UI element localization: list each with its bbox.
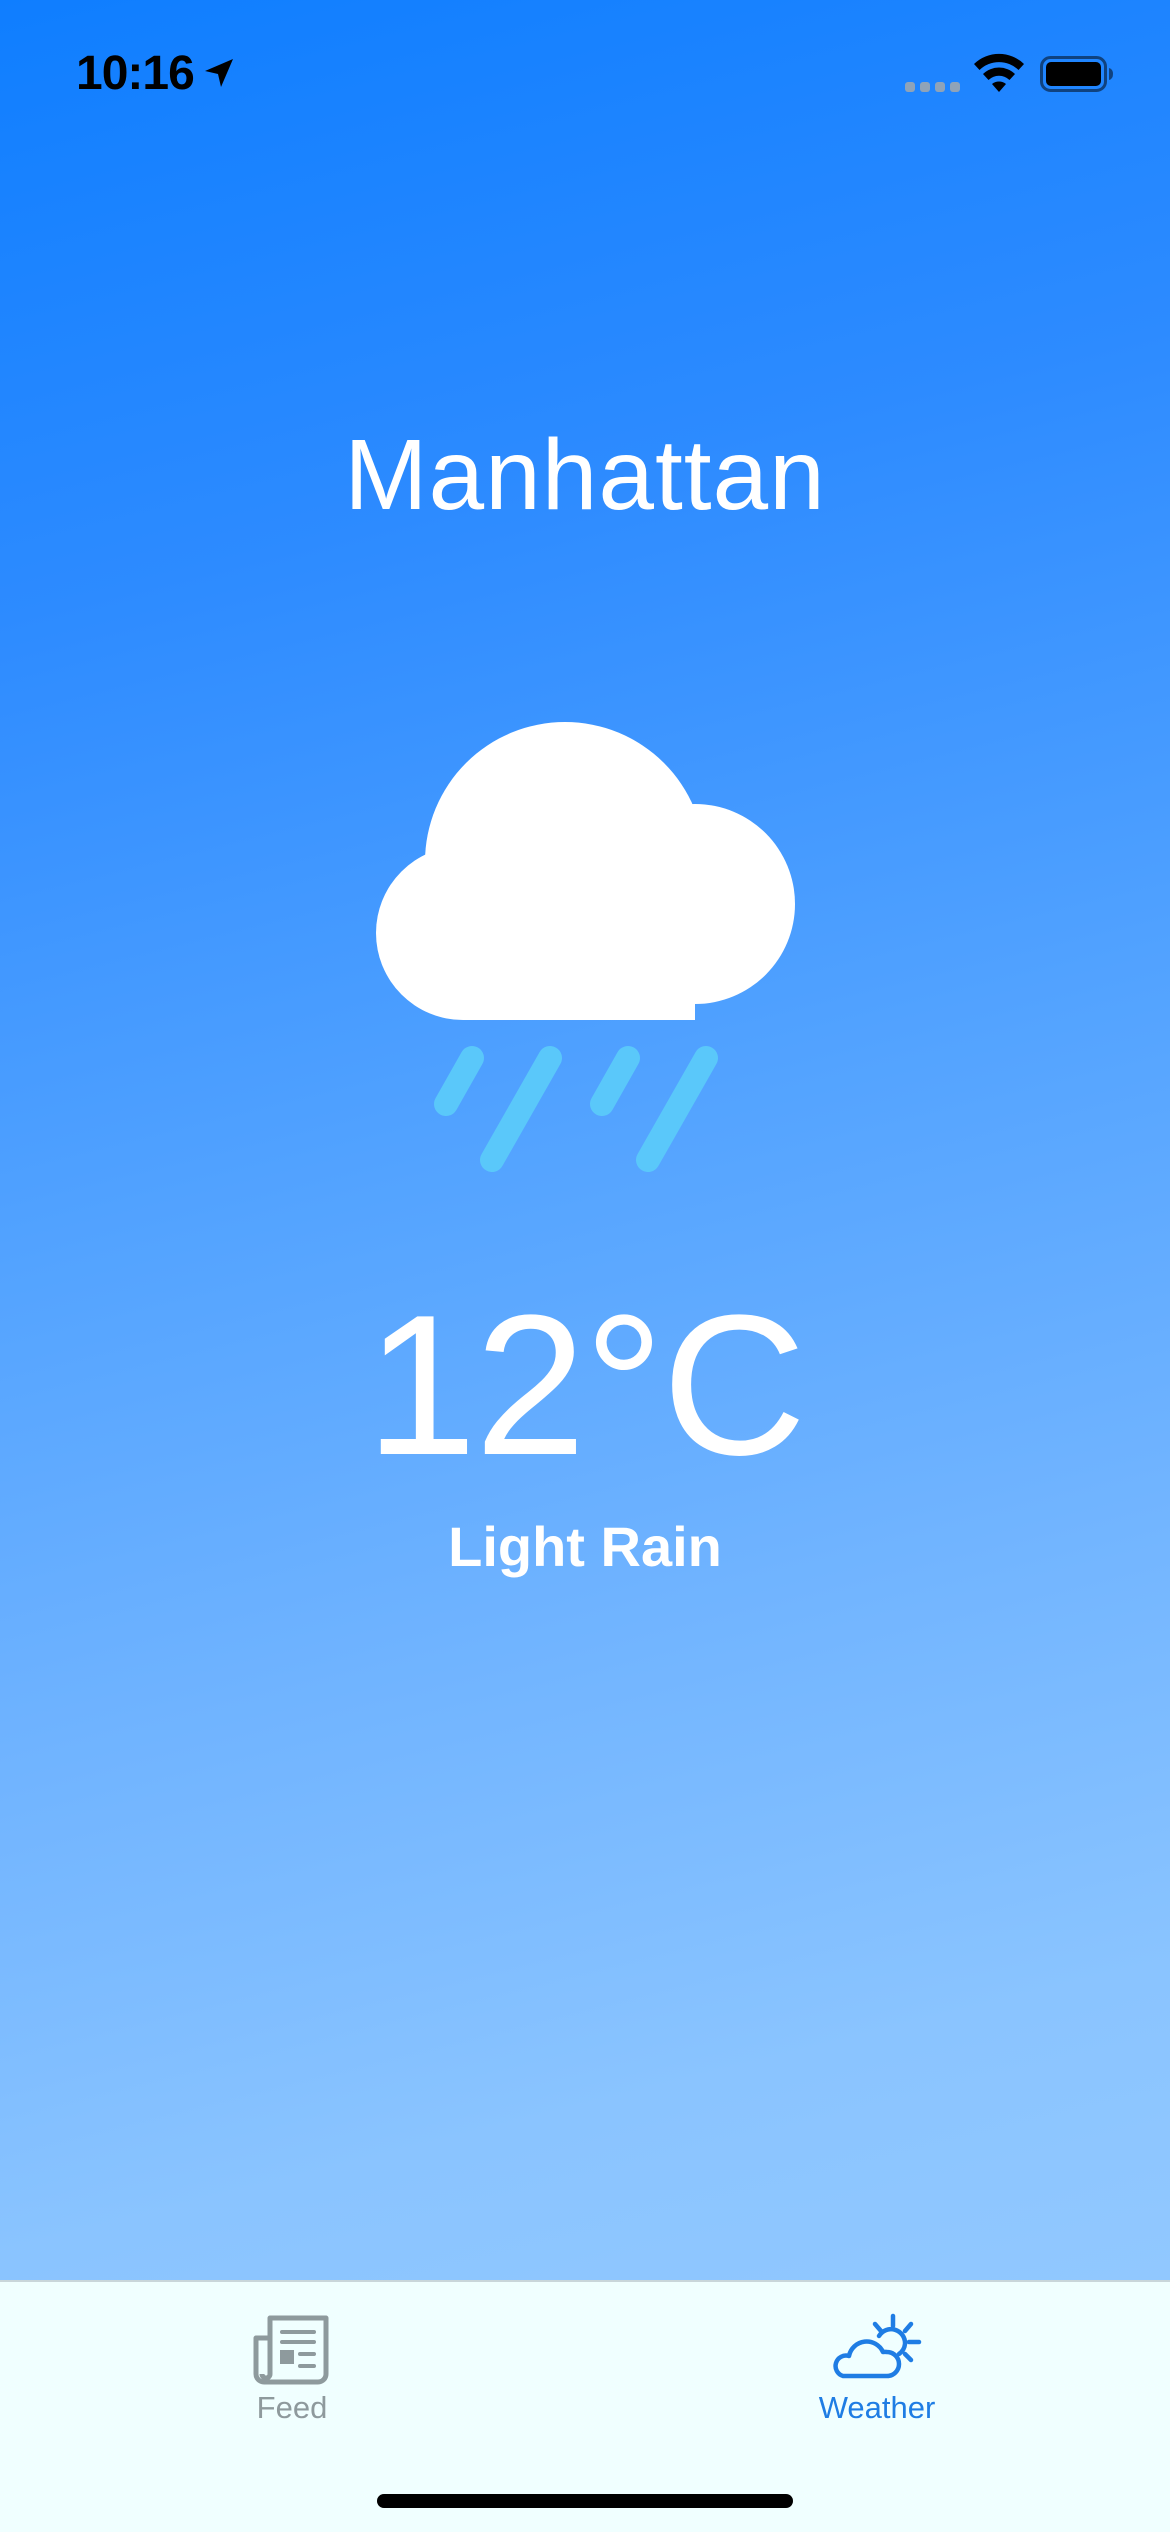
tab-feed-label: Feed bbox=[256, 2390, 328, 2425]
weather-screen: 10:16 Manhattan 12°C Light Rain Feed Wea… bbox=[0, 0, 1170, 2532]
cloud-sun-icon bbox=[833, 2313, 922, 2379]
cloud-rain-icon bbox=[376, 722, 795, 1172]
status-bar: 10:16 bbox=[0, 0, 1170, 150]
cellular-signal-icon bbox=[905, 82, 960, 92]
tab-feed[interactable]: Feed bbox=[142, 2282, 442, 2442]
home-indicator[interactable] bbox=[377, 2494, 793, 2508]
newspaper-icon bbox=[253, 2315, 329, 2385]
temperature: 12°C bbox=[365, 1274, 807, 1497]
status-time: 10:16 bbox=[76, 47, 195, 100]
city-name: Manhattan bbox=[344, 419, 826, 531]
weather-condition: Light Rain bbox=[448, 1515, 722, 1578]
wifi-icon bbox=[974, 53, 1024, 92]
tab-weather[interactable]: Weather bbox=[727, 2282, 1027, 2442]
battery-icon bbox=[1040, 56, 1113, 92]
location-arrow-icon bbox=[205, 59, 233, 87]
tab-weather-label: Weather bbox=[818, 2390, 936, 2425]
